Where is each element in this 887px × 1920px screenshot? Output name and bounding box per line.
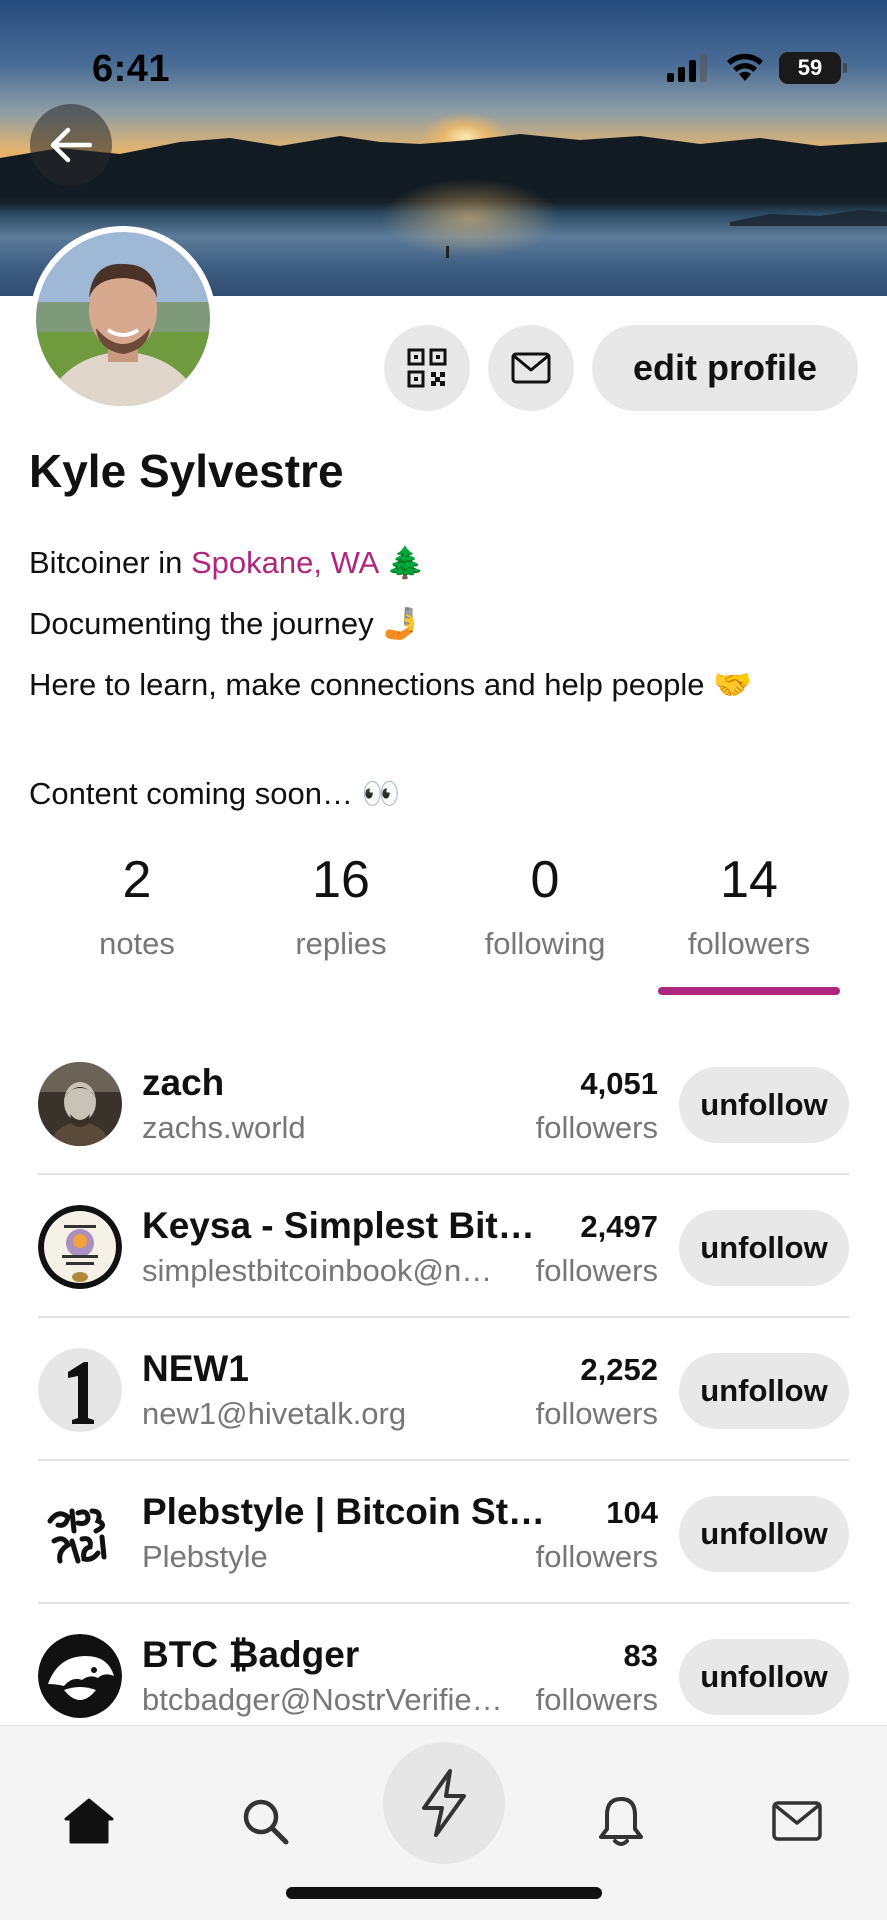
follower-name: BTC ₿adger bbox=[142, 1634, 360, 1675]
follower-count: 2,252 bbox=[580, 1352, 658, 1387]
bio-location-link[interactable]: Spokane, WA bbox=[191, 545, 378, 580]
list-item[interactable]: NEW1 new1@hivetalk.org 2,252 followers u… bbox=[0, 1318, 887, 1461]
avatar-zach bbox=[38, 1062, 122, 1146]
home-icon bbox=[64, 1798, 114, 1844]
unfollow-button[interactable]: unfollow bbox=[679, 1496, 849, 1572]
notes-label: notes bbox=[99, 926, 175, 961]
nav-messages[interactable] bbox=[762, 1786, 832, 1856]
zap-icon bbox=[422, 1769, 466, 1837]
tab-followers[interactable]: 14 followers bbox=[664, 840, 834, 962]
follower-count: 104 bbox=[606, 1495, 658, 1530]
profile-bio: Bitcoiner in Spokane, WA 🌲 Documenting t… bbox=[29, 532, 752, 824]
following-label: following bbox=[484, 926, 606, 961]
follower-count-label: followers bbox=[533, 1253, 658, 1289]
list-item[interactable]: zach zachs.world 4,051 followers unfollo… bbox=[0, 1032, 887, 1175]
envelope-icon bbox=[511, 352, 551, 384]
avatar-btc-badger bbox=[38, 1634, 122, 1718]
qr-code-button[interactable] bbox=[384, 325, 470, 411]
signal-icon bbox=[667, 54, 707, 82]
unfollow-button[interactable]: unfollow bbox=[679, 1067, 849, 1143]
tab-notes[interactable]: 2 notes bbox=[52, 840, 222, 962]
avatar-plebstyle bbox=[38, 1491, 122, 1575]
wifi-icon bbox=[727, 53, 763, 81]
zap-button[interactable] bbox=[383, 1742, 505, 1864]
follower-list: zach zachs.world 4,051 followers unfollo… bbox=[0, 1032, 887, 1747]
follower-handle: btcbadger@NostrVerifie… bbox=[142, 1682, 503, 1717]
avatar bbox=[38, 1491, 122, 1575]
nav-search[interactable] bbox=[230, 1786, 300, 1856]
battery-icon: 59 bbox=[779, 52, 847, 84]
bio-line-1: Bitcoiner in Spokane, WA 🌲 bbox=[29, 532, 752, 593]
avatar-keysa bbox=[38, 1205, 122, 1289]
profile-stats: 2 notes 16 replies 0 following 14 follow… bbox=[0, 840, 887, 1000]
notes-count: 2 bbox=[122, 851, 152, 909]
profile-name: Kyle Sylvestre bbox=[29, 445, 344, 497]
avatar bbox=[38, 1062, 122, 1146]
followers-count: 14 bbox=[720, 851, 778, 909]
avatar[interactable] bbox=[30, 226, 216, 412]
arrow-left-icon bbox=[50, 127, 92, 163]
bell-icon bbox=[599, 1797, 643, 1846]
avatar-photo bbox=[36, 232, 210, 406]
avatar bbox=[38, 1348, 122, 1432]
status-icons: 59 bbox=[667, 52, 847, 84]
avatar bbox=[38, 1634, 122, 1718]
follower-count: 83 bbox=[623, 1638, 658, 1673]
follower-count-label: followers bbox=[533, 1539, 658, 1575]
bio-line-1-suffix: 🌲 bbox=[377, 545, 425, 580]
message-button[interactable] bbox=[488, 325, 574, 411]
follower-count-label: followers bbox=[533, 1110, 658, 1146]
tab-replies[interactable]: 16 replies bbox=[256, 840, 426, 962]
follower-name: Keysa - Simplest Bitc… bbox=[142, 1205, 552, 1246]
envelope-icon bbox=[772, 1801, 822, 1841]
replies-count: 16 bbox=[312, 851, 370, 909]
followers-label: followers bbox=[687, 926, 811, 961]
qr-code-icon bbox=[407, 348, 447, 388]
avatar bbox=[38, 1205, 122, 1289]
active-tab-indicator bbox=[658, 987, 840, 995]
follower-count-label: followers bbox=[533, 1396, 658, 1432]
follower-count: 2,497 bbox=[580, 1209, 658, 1244]
follower-handle: simplestbitcoinbook@n… bbox=[142, 1253, 493, 1288]
list-item[interactable]: Plebstyle | Bitcoin Stee… Plebstyle 104 … bbox=[0, 1461, 887, 1604]
follower-name: zach bbox=[142, 1062, 225, 1103]
follower-handle: zachs.world bbox=[142, 1110, 306, 1145]
search-icon bbox=[243, 1799, 289, 1845]
bio-line-1-prefix: Bitcoiner in bbox=[29, 545, 191, 580]
bio-line-3: Here to learn, make connections and help… bbox=[29, 667, 752, 702]
follower-count-label: followers bbox=[533, 1682, 658, 1718]
unfollow-button[interactable]: unfollow bbox=[679, 1210, 849, 1286]
unfollow-button[interactable]: unfollow bbox=[679, 1353, 849, 1429]
status-bar: 6:41 59 bbox=[0, 0, 887, 140]
avatar-new1 bbox=[38, 1348, 122, 1432]
status-time: 6:41 bbox=[92, 48, 171, 90]
edit-profile-button[interactable]: edit profile bbox=[592, 325, 858, 411]
nav-notifications[interactable] bbox=[586, 1786, 656, 1856]
replies-label: replies bbox=[295, 926, 387, 961]
follower-handle: new1@hivetalk.org bbox=[142, 1396, 407, 1431]
back-button[interactable] bbox=[30, 104, 112, 186]
bio-line-4: Content coming soon… 👀 bbox=[29, 776, 401, 811]
nav-home[interactable] bbox=[54, 1786, 124, 1856]
following-count: 0 bbox=[530, 851, 560, 909]
tab-following[interactable]: 0 following bbox=[460, 840, 630, 962]
list-item[interactable]: Keysa - Simplest Bitc… simplestbitcoinbo… bbox=[0, 1175, 887, 1318]
bio-spacer bbox=[29, 715, 752, 763]
unfollow-button[interactable]: unfollow bbox=[679, 1639, 849, 1715]
follower-handle: Plebstyle bbox=[142, 1539, 268, 1574]
bio-line-2: Documenting the journey 🤳 bbox=[29, 606, 421, 641]
home-indicator bbox=[286, 1887, 602, 1899]
follower-name: NEW1 bbox=[142, 1348, 249, 1389]
follower-name: Plebstyle | Bitcoin Stee… bbox=[142, 1491, 552, 1532]
follower-count: 4,051 bbox=[580, 1066, 658, 1101]
